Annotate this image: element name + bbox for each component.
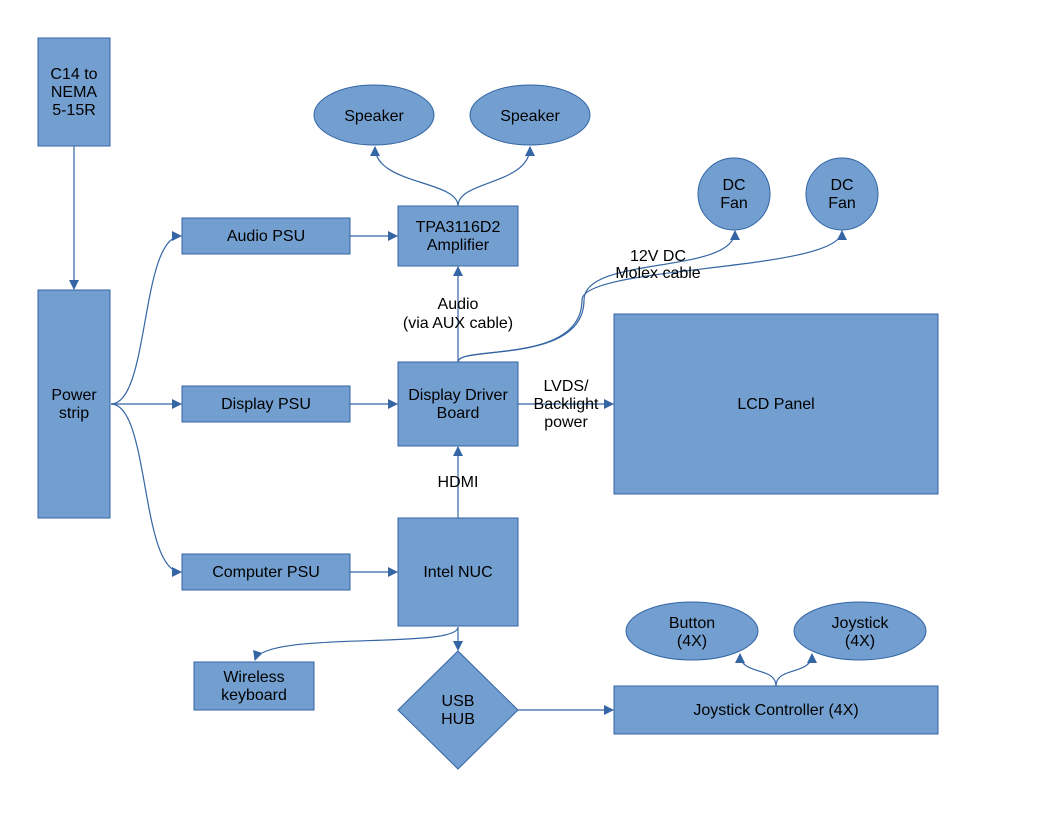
node-usb-hub[interactable]: USB HUB [397, 650, 519, 770]
edge-label-aux-cable: (via AUX cable) [403, 315, 513, 332]
node-label: Speaker [344, 108, 404, 125]
node-label: Display PSU [221, 396, 311, 413]
node-label: TPA3116D2 [416, 219, 501, 236]
node-label: Joystick Controller (4X) [693, 702, 858, 719]
edge-label-molex-cable: Molex cable [615, 265, 700, 282]
node-computer-psu[interactable]: Computer PSU [181, 553, 351, 591]
node-label: Fan [828, 195, 856, 212]
edge-nuc-to-keyboard[interactable] [253, 626, 459, 661]
node-intel-nuc[interactable]: Intel NUC [397, 517, 519, 627]
node-label: 5-15R [52, 102, 96, 119]
edge-power-strip-to-audio-psu[interactable] [110, 231, 182, 405]
node-label: Power [51, 387, 97, 404]
node-label: (4X) [677, 633, 707, 650]
edge-label-12v-dc: 12V DC [630, 248, 686, 265]
node-button[interactable]: Button (4X) [625, 601, 759, 661]
node-display-psu[interactable]: Display PSU [181, 385, 351, 423]
node-amplifier[interactable]: TPA3116D2 Amplifier [397, 205, 519, 267]
node-label: Fan [720, 195, 748, 212]
node-label: HUB [441, 711, 475, 728]
node-label: Joystick [832, 615, 890, 632]
edge-amplifier-to-speaker-right[interactable] [457, 146, 535, 207]
node-label: Computer PSU [212, 564, 320, 581]
edge-amplifier-to-speaker-left[interactable] [370, 146, 459, 207]
node-dc-fan-right[interactable]: DC Fan [805, 157, 879, 231]
node-power-strip[interactable]: Power strip [37, 289, 111, 519]
node-label: Wireless [223, 669, 284, 686]
node-c14-to-nema[interactable]: C14 to NEMA 5-15R [37, 37, 111, 147]
node-joystick-controller[interactable]: Joystick Controller (4X) [613, 685, 939, 735]
node-speaker-right[interactable]: Speaker [469, 84, 591, 146]
edge-label-backlight: Backlight [534, 396, 599, 413]
node-display-driver-board[interactable]: Display Driver Board [397, 361, 519, 447]
edge-label-audio: Audio [438, 296, 479, 313]
node-label: Board [437, 405, 480, 422]
node-label: NEMA [51, 84, 98, 101]
node-audio-psu[interactable]: Audio PSU [181, 217, 351, 255]
edge-label-hdmi: HDMI [438, 474, 479, 491]
node-lcd-panel[interactable]: LCD Panel [613, 313, 939, 495]
edge-label-power: power [544, 414, 588, 431]
edge-label-lvds: LVDS/ [543, 378, 589, 395]
node-label: keyboard [221, 687, 287, 704]
node-label: Amplifier [427, 237, 490, 254]
edge-power-strip-to-computer-psu[interactable] [110, 403, 182, 577]
node-label: Display Driver [408, 387, 508, 404]
node-joystick[interactable]: Joystick (4X) [793, 601, 927, 661]
node-label: DC [830, 177, 853, 194]
node-label: C14 to [50, 66, 97, 83]
node-label: Speaker [500, 108, 560, 125]
edge-joystick-controller-to-button[interactable] [735, 653, 777, 687]
node-label: LCD Panel [737, 396, 814, 413]
node-speaker-left[interactable]: Speaker [313, 84, 435, 146]
node-label: DC [722, 177, 745, 194]
node-label: Button [669, 615, 715, 632]
node-wireless-keyboard[interactable]: Wireless keyboard [193, 661, 315, 711]
node-label: Audio PSU [227, 228, 305, 245]
edge-joystick-controller-to-joystick[interactable] [775, 653, 817, 687]
node-label: strip [59, 405, 89, 422]
block-diagram: Audio (via AUX cable) LVDS/ Backlight po… [37, 37, 939, 770]
node-label: Intel NUC [423, 564, 492, 581]
node-label: USB [442, 693, 475, 710]
node-label: (4X) [845, 633, 875, 650]
node-dc-fan-left[interactable]: DC Fan [697, 157, 771, 231]
